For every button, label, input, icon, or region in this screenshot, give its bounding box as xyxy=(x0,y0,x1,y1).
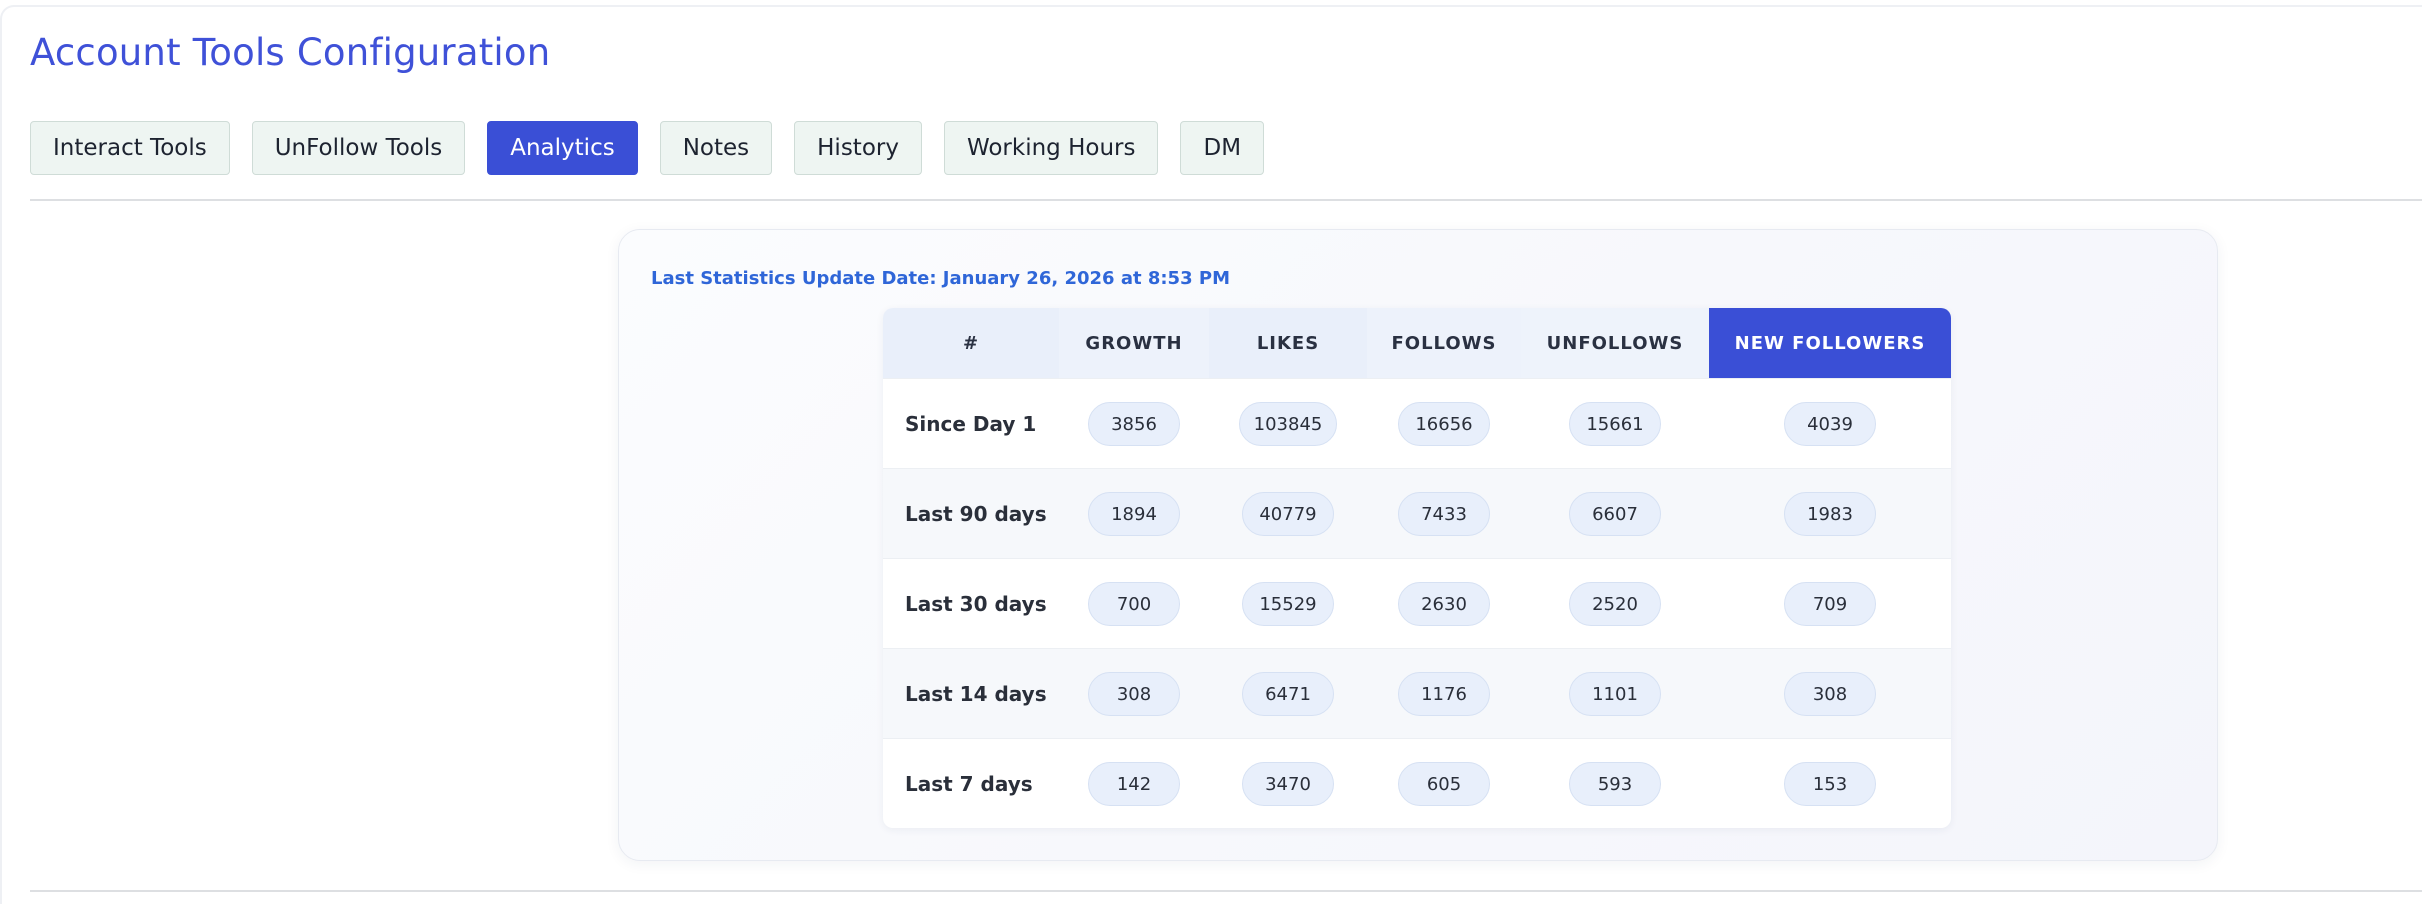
value-pill: 7433 xyxy=(1398,491,1490,536)
table-row: Last 14 days 308 6471 1176 1101 308 xyxy=(883,648,1951,739)
value-pill: 308 xyxy=(1088,671,1180,716)
page-title: Account Tools Configuration xyxy=(30,31,551,74)
table-row: Last 7 days 142 3470 605 593 153 xyxy=(883,738,1951,828)
value-pill: 593 xyxy=(1569,761,1661,806)
value-pill: 709 xyxy=(1784,581,1876,626)
table-row: Since Day 1 3856 103845 16656 15661 4039 xyxy=(883,378,1951,469)
row-label: Since Day 1 xyxy=(883,378,1059,469)
row-label: Last 7 days xyxy=(883,738,1059,828)
likes-cell: 3470 xyxy=(1209,738,1367,828)
unfollows-cell: 593 xyxy=(1521,738,1709,828)
follows-cell: 1176 xyxy=(1367,648,1521,739)
value-pill: 3856 xyxy=(1088,401,1180,446)
value-pill: 2520 xyxy=(1569,581,1661,626)
growth-cell: 700 xyxy=(1059,558,1209,649)
growth-cell: 308 xyxy=(1059,648,1209,739)
unfollows-cell: 6607 xyxy=(1521,468,1709,559)
value-pill: 40779 xyxy=(1242,491,1334,536)
row-label: Last 30 days xyxy=(883,558,1059,649)
tab-analytics[interactable]: Analytics xyxy=(487,121,638,175)
table-row: Last 30 days 700 15529 2630 2520 709 xyxy=(883,558,1951,649)
value-pill: 15661 xyxy=(1569,401,1661,446)
value-pill: 1983 xyxy=(1784,491,1876,536)
value-pill: 15529 xyxy=(1242,581,1334,626)
tabs-divider xyxy=(30,199,2422,201)
growth-cell: 142 xyxy=(1059,738,1209,828)
value-pill: 605 xyxy=(1398,761,1490,806)
unfollows-cell: 1101 xyxy=(1521,648,1709,739)
value-pill: 2630 xyxy=(1398,581,1490,626)
tab-unfollow-tools[interactable]: UnFollow Tools xyxy=(251,121,466,175)
unfollows-cell: 15661 xyxy=(1521,378,1709,469)
value-pill: 3470 xyxy=(1242,761,1334,806)
analytics-card: Last Statistics Update Date: January 26,… xyxy=(618,229,2218,861)
value-pill: 103845 xyxy=(1238,401,1338,446)
new-followers-cell: 153 xyxy=(1709,738,1951,828)
likes-cell: 103845 xyxy=(1209,378,1367,469)
value-pill: 153 xyxy=(1784,761,1876,806)
table-header-row: # GROWTH LIKES FOLLOWS UNFOLLOWS NEW FOL… xyxy=(883,308,1951,379)
follows-cell: 2630 xyxy=(1367,558,1521,649)
tab-notes[interactable]: Notes xyxy=(659,121,773,175)
likes-cell: 15529 xyxy=(1209,558,1367,649)
growth-cell: 1894 xyxy=(1059,468,1209,559)
follows-cell: 16656 xyxy=(1367,378,1521,469)
column-header-growth: GROWTH xyxy=(1059,308,1209,379)
column-header-follows: FOLLOWS xyxy=(1367,308,1521,379)
value-pill: 1894 xyxy=(1088,491,1180,536)
likes-cell: 6471 xyxy=(1209,648,1367,739)
statistics-table: # GROWTH LIKES FOLLOWS UNFOLLOWS NEW FOL… xyxy=(883,308,1951,828)
value-pill: 142 xyxy=(1088,761,1180,806)
value-pill: 1176 xyxy=(1398,671,1490,716)
value-pill: 6471 xyxy=(1242,671,1334,716)
follows-cell: 605 xyxy=(1367,738,1521,828)
last-update-date: Last Statistics Update Date: January 26,… xyxy=(651,268,1230,289)
tab-interact-tools[interactable]: Interact Tools xyxy=(30,121,230,175)
row-label: Last 90 days xyxy=(883,468,1059,559)
likes-cell: 40779 xyxy=(1209,468,1367,559)
follows-cell: 7433 xyxy=(1367,468,1521,559)
tab-working-hours[interactable]: Working Hours xyxy=(943,121,1159,175)
column-header-unfollows: UNFOLLOWS xyxy=(1521,308,1709,379)
new-followers-cell: 709 xyxy=(1709,558,1951,649)
table-row: Last 90 days 1894 40779 7433 6607 1983 xyxy=(883,468,1951,559)
tool-tabs: Interact Tools UnFollow Tools Analytics … xyxy=(30,121,1265,175)
new-followers-cell: 308 xyxy=(1709,648,1951,739)
column-header-hash: # xyxy=(883,308,1059,379)
value-pill: 4039 xyxy=(1784,401,1876,446)
unfollows-cell: 2520 xyxy=(1521,558,1709,649)
page-container: Account Tools Configuration Interact Too… xyxy=(0,5,2422,904)
value-pill: 16656 xyxy=(1398,401,1490,446)
new-followers-cell: 4039 xyxy=(1709,378,1951,469)
new-followers-cell: 1983 xyxy=(1709,468,1951,559)
value-pill: 308 xyxy=(1784,671,1876,716)
growth-cell: 3856 xyxy=(1059,378,1209,469)
tab-history[interactable]: History xyxy=(794,121,922,175)
row-label: Last 14 days xyxy=(883,648,1059,739)
column-header-new-followers: NEW FOLLOWERS xyxy=(1709,308,1951,379)
bottom-divider xyxy=(30,890,2422,892)
value-pill: 700 xyxy=(1088,581,1180,626)
tab-dm[interactable]: DM xyxy=(1180,121,1265,175)
column-header-likes: LIKES xyxy=(1209,308,1367,379)
value-pill: 1101 xyxy=(1569,671,1661,716)
value-pill: 6607 xyxy=(1569,491,1661,536)
